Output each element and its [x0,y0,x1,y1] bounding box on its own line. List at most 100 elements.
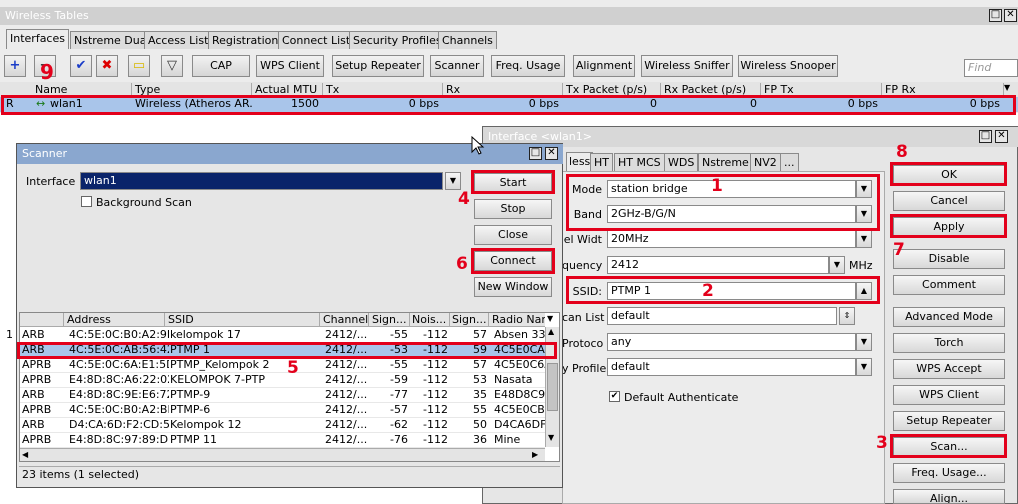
scol-flags[interactable] [20,313,64,327]
scanner-interface-field[interactable]: wlan1 [80,172,443,190]
connect-button[interactable]: Connect [474,251,552,271]
wireless-snooper-button[interactable]: Wireless Snooper [738,55,838,77]
setup-repeater-button[interactable]: Setup Repeater [332,55,424,77]
iface-tab-ht[interactable]: HT [590,153,613,171]
new-window-button[interactable]: New Window [474,277,552,297]
scroll-left-icon[interactable]: ◀ [22,450,28,459]
scanner-hscroll[interactable]: ◀ ▶ [20,448,545,461]
scan-list-spinner-icon[interactable]: ⇕ [839,307,855,325]
advanced-mode-button[interactable]: Advanced Mode [893,307,1005,327]
col-rx-packet[interactable]: Rx Packet (p/s) [661,83,761,97]
scol-address[interactable]: Address [67,313,165,327]
scol-radio-name[interactable]: Radio Nan [492,313,545,327]
close-icon[interactable]: ✕ [1004,9,1017,22]
maximize-icon[interactable]: □ [529,147,542,160]
mode-dropdown-icon[interactable]: ▼ [856,180,872,198]
scan-list-field[interactable]: default [607,307,837,325]
table-row[interactable]: R ↔ wlan1 Wireless (Atheros AR... 1500 0… [0,97,1018,112]
iface-tab-wds[interactable]: WDS [664,153,699,171]
scanner-row[interactable]: ARB D4:CA:6D:F2:CD:51 Kelompok 12 2412/... -… [20,418,547,433]
wireless-protocol-field[interactable]: any [607,333,856,351]
close-icon[interactable]: ✕ [545,147,558,160]
mode-field[interactable]: station bridge [607,180,856,198]
add-icon[interactable]: + [4,55,26,77]
iface-tab-ht-mcs[interactable]: HT MCS [614,153,665,171]
align-button[interactable]: Align... [893,489,1005,504]
table-dropdown-icon[interactable]: ▼ [1004,83,1010,92]
scol-signal[interactable]: Sign... [372,313,410,327]
col-tx-packet[interactable]: Tx Packet (p/s) [563,83,661,97]
scanner-row[interactable]: ARB 4C:5E:0C:AB:56:42 PTMP 1 2412/... -53 -11… [20,343,547,358]
freq-usage-button[interactable]: Freq. Usage... [893,463,1005,483]
ssid-collapse-icon[interactable]: ▲ [856,282,872,300]
security-profile-field[interactable]: default [607,358,856,376]
scanner-interface-dropdown-icon[interactable]: ▼ [445,172,461,190]
scroll-down-icon[interactable]: ▼ [548,433,554,442]
channel-width-field[interactable]: 20MHz [607,230,856,248]
scanner-header-dropdown-icon[interactable]: ▼ [547,314,553,323]
scroll-up-icon[interactable]: ▲ [548,327,554,336]
col-fp-rx[interactable]: FP Rx [882,83,1004,97]
disable-icon[interactable]: ✖ [96,55,118,77]
torch-button[interactable]: Torch [893,333,1005,353]
alignment-button[interactable]: Alignment [573,55,635,77]
cap-button[interactable]: CAP [192,55,250,77]
wireless-sniffer-button[interactable]: Wireless Sniffer [641,55,733,77]
setup-repeater-button[interactable]: Setup Repeater [893,411,1005,431]
ssid-field[interactable]: PTMP 1 [607,282,856,300]
scol-ssid[interactable]: SSID [168,313,320,327]
wireless-protocol-dropdown-icon[interactable]: ▼ [856,333,872,351]
wps-client-button[interactable]: WPS Client [893,385,1005,405]
scanner-button[interactable]: Scanner [430,55,484,77]
start-button[interactable]: Start [474,173,552,193]
col-tx[interactable]: Tx [323,83,443,97]
comment-icon[interactable]: ▭ [128,55,150,77]
scanner-row[interactable]: ARB E4:8D:8C:9E:E6:72 PTMP-9 2412/... -77 -11… [20,388,547,403]
iface-tab-more[interactable]: ... [780,153,799,171]
wps-accept-button[interactable]: WPS Accept [893,359,1005,379]
background-scan-checkbox[interactable] [81,196,92,207]
disable-button[interactable]: Disable [893,249,1005,269]
tab-access-list[interactable]: Access List [144,31,213,49]
scanner-row[interactable]: APRB E4:8D:8C:A6:22:02 KELOMPOK 7-PTP 2412/… [20,373,545,388]
close-icon[interactable]: ✕ [995,130,1008,143]
frequency-field[interactable]: 2412 [607,256,829,274]
close-button[interactable]: Close [474,225,552,245]
tab-security-profiles[interactable]: Security Profiles [349,31,446,49]
iface-tab-nv2[interactable]: NV2 [750,153,781,171]
maximize-icon[interactable]: □ [979,130,992,143]
filter-icon[interactable]: ▽ [161,55,183,77]
col-type[interactable]: Type [132,83,252,97]
tab-nstreme-dual[interactable]: Nstreme Dual [70,31,154,49]
col-mtu[interactable]: Actual MTU [252,83,323,97]
scanner-row[interactable]: ARB 4C:5E:0C:B0:A2:9B kelompok 17 2412/... -… [20,328,545,343]
tab-channels[interactable]: Channels [438,31,497,49]
tab-registration[interactable]: Registration [208,31,283,49]
col-rx[interactable]: Rx [443,83,563,97]
scan-button[interactable]: Scan... [893,437,1005,457]
frequency-dropdown-icon[interactable]: ▼ [829,256,845,274]
scanner-row[interactable]: APRB 4C:5E:0C:6A:E1:5D PTMP_Kelompok 2 2412… [20,358,547,373]
col-fp-tx[interactable]: FP Tx [761,83,882,97]
iface-tab-nstreme[interactable]: Nstreme [698,153,753,171]
col-name[interactable]: Name [32,83,132,97]
cancel-button[interactable]: Cancel [893,191,1005,211]
ok-button[interactable]: OK [893,165,1005,185]
scroll-thumb[interactable] [547,363,558,411]
freq-usage-button[interactable]: Freq. Usage [491,55,565,77]
maximize-icon[interactable]: □ [989,9,1002,22]
scol-snr[interactable]: Sign... [452,313,489,327]
scroll-right-icon[interactable]: ▶ [532,450,538,459]
default-authenticate-checkbox[interactable]: ✔ [609,391,620,402]
scanner-vscroll[interactable]: ▲ ▼ [545,327,559,447]
scanner-row[interactable]: APRB 4C:5E:0C:B0:A2:BF PTMP-6 2412/... -57 -1… [20,403,547,418]
channel-width-dropdown-icon[interactable]: ▼ [856,230,872,248]
band-dropdown-icon[interactable]: ▼ [856,205,872,223]
tab-interfaces[interactable]: Interfaces [6,29,69,49]
scol-noise[interactable]: Nois... [412,313,450,327]
band-field[interactable]: 2GHz-B/G/N [607,205,856,223]
scanner-row[interactable]: APRB E4:8D:8C:97:89:D1 PTMP 11 2412/... -76 -… [20,433,545,448]
security-profile-dropdown-icon[interactable]: ▼ [856,358,872,376]
stop-button[interactable]: Stop [474,199,552,219]
find-input[interactable]: Find [964,59,1018,77]
